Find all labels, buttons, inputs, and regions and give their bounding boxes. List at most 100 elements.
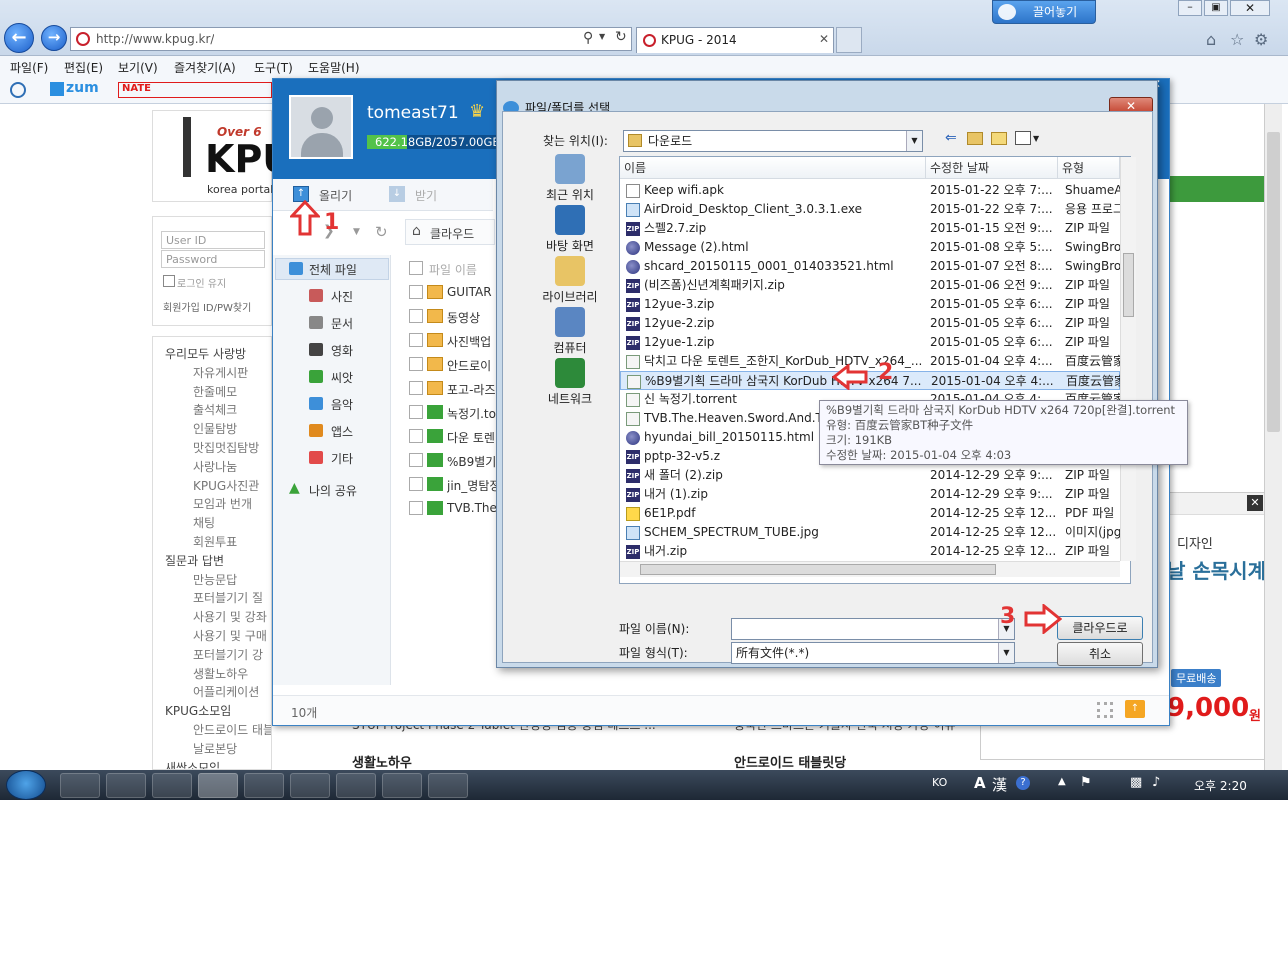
taskbar-excel[interactable]	[382, 773, 422, 798]
forward-button[interactable]: →	[41, 25, 67, 51]
nav-section[interactable]: 질문과 답변	[165, 552, 224, 569]
filename-input[interactable]: ▼	[731, 618, 1015, 640]
file-row[interactable]: ZIP 12yue-2.zip 2015-01-05 오후 6:... ZIP 파일	[620, 314, 1120, 333]
keep-login-checkbox[interactable]	[163, 275, 175, 287]
fav-nate[interactable]: NATE	[118, 82, 272, 98]
sidebar-item-1[interactable]: 사진	[331, 288, 353, 305]
file-row[interactable]: ZIP 스펠2.7.zip 2015-01-15 오전 9:... ZIP 파일	[620, 219, 1120, 238]
file-checkbox[interactable]	[409, 453, 423, 467]
nav-item[interactable]: 사랑나눔	[193, 458, 237, 475]
new-tab-button[interactable]	[836, 27, 862, 53]
file-row[interactable]: ZIP 새 폴더 (2).zip 2014-12-29 오후 9:... ZIP 파일	[620, 466, 1120, 485]
col-header-date[interactable]: 수정한 날짜	[926, 157, 1058, 179]
file-checkbox[interactable]	[409, 309, 423, 323]
menu-help[interactable]: 도움말(H)	[308, 59, 360, 76]
file-checkbox[interactable]	[409, 333, 423, 347]
user-id-field[interactable]: User ID	[161, 231, 265, 249]
open-to-cloud-button[interactable]: 클라우드로	[1057, 616, 1143, 640]
cloud-file-name[interactable]: jin_명탐정	[447, 477, 497, 494]
taskbar-cloud[interactable]	[198, 773, 238, 798]
nav-item[interactable]: 회원투표	[193, 533, 237, 550]
chevron-down-icon[interactable]: ▼	[906, 131, 922, 151]
file-row[interactable]: 닥치고 다운 토렌트_조한지_KorDub_HDTV_x264_... 2015-…	[620, 352, 1120, 371]
menu-tools[interactable]: 도구(T)	[254, 59, 293, 76]
file-row[interactable]: shcard_20150115_0001_014033521.html 2015-…	[620, 257, 1120, 276]
file-row[interactable]: Message (2).html 2015-01-08 오후 5:... Swing…	[620, 238, 1120, 257]
sidebar-item-6[interactable]: 앱스	[331, 423, 353, 440]
new-folder-icon[interactable]	[991, 132, 1007, 145]
taskbar-swing[interactable]	[244, 773, 284, 798]
nav-item[interactable]: 생활노하우	[193, 665, 248, 682]
menu-edit[interactable]: 편집(E)	[64, 59, 103, 76]
kpug-logo[interactable]: Over 6 KPU korea portab	[152, 110, 293, 202]
taskbar-paint[interactable]	[336, 773, 376, 798]
file-checkbox[interactable]	[409, 405, 423, 419]
taskbar-ie[interactable]	[106, 773, 146, 798]
tab-close-icon[interactable]: ✕	[819, 32, 829, 46]
close-button[interactable]: ✕	[1230, 0, 1270, 16]
nav-section[interactable]: KPUG소모임	[165, 702, 231, 719]
sidebar-item-2[interactable]: 문서	[331, 315, 353, 332]
file-row[interactable]: ZIP 12yue-3.zip 2015-01-05 오후 6:... ZIP 파일	[620, 295, 1120, 314]
menu-favorites[interactable]: 즐겨찾기(A)	[174, 59, 236, 76]
sidebar-item-share[interactable]: 나의 공유	[309, 482, 357, 499]
nav-item[interactable]: 인물탐방	[193, 420, 237, 437]
file-row[interactable]: ZIP 12yue-1.zip 2015-01-05 오후 6:... ZIP 파일	[620, 333, 1120, 352]
sidebar-item-0[interactable]: 전체 파일	[309, 261, 357, 278]
address-text[interactable]: http://www.kpug.kr/	[96, 32, 214, 46]
file-list[interactable]: 이름 수정한 날짜 유형 Keep wifi.apk 2015-01-22 오후 …	[619, 156, 1136, 584]
show-hidden-icon[interactable]: ▲	[1058, 776, 1066, 787]
search-icon[interactable]: ⚲	[583, 30, 593, 46]
page-scrollbar[interactable]	[1264, 104, 1282, 770]
place-0[interactable]: 최근 위치	[525, 154, 615, 203]
select-all-checkbox[interactable]	[409, 261, 423, 275]
cancel-button[interactable]: 취소	[1057, 642, 1143, 666]
network-icon[interactable]: ▩	[1130, 775, 1142, 790]
nav-history-icon[interactable]: ▼	[353, 227, 360, 237]
upload-button[interactable]: 올리기	[319, 187, 352, 204]
file-checkbox[interactable]	[409, 381, 423, 395]
taskbar-media[interactable]	[428, 773, 468, 798]
col-filename[interactable]: 파일 이름	[429, 261, 477, 278]
grid-view-icon[interactable]	[1097, 702, 1113, 718]
flag-icon[interactable]: ⚑	[1080, 775, 1092, 790]
up-folder-icon[interactable]	[967, 132, 983, 145]
sidebar-item-7[interactable]: 기타	[331, 450, 353, 467]
clock[interactable]: 오후 2:20	[1194, 777, 1247, 794]
sidebar-item-3[interactable]: 영화	[331, 342, 353, 359]
menu-file[interactable]: 파일(F)	[10, 59, 48, 76]
nav-item[interactable]: 채팅	[193, 514, 215, 531]
nav-item[interactable]: 한줄메모	[193, 383, 237, 400]
file-checkbox[interactable]	[409, 357, 423, 371]
favorites-star-icon[interactable]: ☆	[1230, 30, 1244, 49]
file-row[interactable]: SCHEM_SPECTRUM_TUBE.jpg 2014-12-25 오후 12.…	[620, 523, 1120, 542]
nav-item[interactable]: 안드로이드 태블릿방	[193, 721, 271, 738]
file-row[interactable]: ZIP 내거.zip 2014-12-25 오후 12... ZIP 파일	[620, 542, 1120, 561]
nav-section[interactable]: 새싹소모임	[165, 759, 220, 769]
upload-folder-icon[interactable]: ↑	[1125, 700, 1145, 718]
chevron-down-icon[interactable]: ▼	[599, 32, 605, 41]
menu-view[interactable]: 보기(V)	[118, 59, 158, 76]
taskbar-folder[interactable]	[152, 773, 192, 798]
place-3[interactable]: 컴퓨터	[525, 307, 615, 356]
lookin-combo[interactable]: 다운로드 ▼	[623, 130, 923, 152]
ime-mode-a[interactable]: A	[974, 774, 986, 792]
file-row[interactable]: 6E1P.pdf 2014-12-25 오후 12... PDF 파일	[620, 504, 1120, 523]
taskbar-wand[interactable]	[290, 773, 330, 798]
nav-item[interactable]: 출석체크	[193, 401, 237, 418]
place-2[interactable]: 라이브러리	[525, 256, 615, 305]
cloud-file-name[interactable]: TVB.The.	[447, 501, 497, 515]
chevron-down-icon[interactable]: ▼	[1033, 134, 1039, 143]
cloud-file-name[interactable]: %B9별기	[447, 453, 497, 470]
file-row[interactable]: %B9별기획 드라마 삼국지 KorDub HDTV x264 7... 2015…	[620, 371, 1120, 390]
file-row[interactable]: Keep wifi.apk 2015-01-22 오후 7:... ShuameAp…	[620, 181, 1120, 200]
file-checkbox[interactable]	[409, 429, 423, 443]
cloud-file-name[interactable]: GUITAR	[447, 285, 497, 299]
file-checkbox[interactable]	[409, 501, 423, 515]
col-header-name[interactable]: 이름	[620, 157, 926, 179]
lang-indicator[interactable]: KO	[932, 776, 947, 789]
nav-item[interactable]: 어플리케이션	[193, 683, 259, 700]
cloud-file-name[interactable]: 녹정기.to	[447, 405, 497, 422]
chevron-down-icon[interactable]: ▼	[998, 643, 1014, 663]
cloud-file-name[interactable]: 포고-라즈	[447, 381, 497, 398]
